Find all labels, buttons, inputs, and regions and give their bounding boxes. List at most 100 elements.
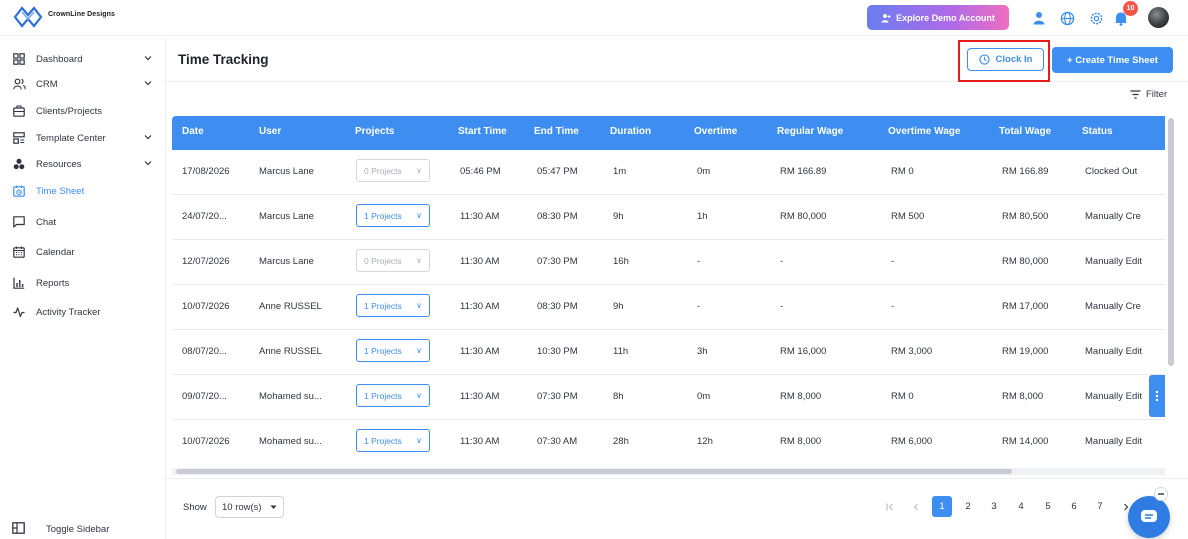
cell-duration: 28h bbox=[613, 436, 629, 447]
page-button[interactable]: 5 bbox=[1038, 496, 1058, 517]
projects-count: 0 Projects bbox=[364, 165, 402, 176]
cell-total-wage: RM 17,000 bbox=[1002, 301, 1049, 312]
table-row[interactable]: 17/08/2026 Marcus Lane 0 Projects ∨ 05:46 PM… bbox=[172, 150, 1165, 195]
filter-button[interactable]: Filter bbox=[1130, 89, 1167, 100]
chevron-right-icon bbox=[1124, 503, 1129, 510]
projects-dropdown[interactable]: 1 Projects ∨ bbox=[356, 384, 430, 407]
calendar-clock-icon bbox=[12, 184, 26, 198]
column-header[interactable]: Duration bbox=[610, 126, 651, 137]
page-button[interactable]: 4 bbox=[1011, 496, 1031, 517]
cell-end-time: 07:30 AM bbox=[537, 436, 578, 447]
avatar[interactable] bbox=[1148, 7, 1169, 28]
cell-start-time: 11:30 AM bbox=[460, 346, 500, 357]
cell-status: Manually Edit bbox=[1085, 391, 1143, 402]
cell-start-time: 05:46 PM bbox=[460, 166, 501, 177]
table-row[interactable]: 12/07/2026 Marcus Lane 0 Projects ∨ 11:30 AM… bbox=[172, 240, 1165, 285]
projects-dropdown[interactable]: 0 Projects ∨ bbox=[356, 249, 430, 272]
cell-date: 17/08/2026 bbox=[182, 166, 230, 177]
chat-widget-button[interactable] bbox=[1128, 496, 1170, 538]
first-page-button[interactable] bbox=[880, 496, 900, 517]
column-header[interactable]: Overtime Wage bbox=[888, 126, 960, 137]
globe-icon[interactable] bbox=[1058, 9, 1076, 27]
sidebar-item-clients-projects[interactable]: Clients/Projects bbox=[12, 101, 157, 121]
cell-overtime: 0m bbox=[697, 166, 711, 177]
cell-status: Manually Edit bbox=[1085, 436, 1143, 447]
cell-user: Anne RUSSEL bbox=[259, 301, 322, 312]
column-header[interactable]: Status bbox=[1082, 126, 1113, 137]
user-icon[interactable] bbox=[1030, 9, 1048, 27]
projects-count: 1 Projects bbox=[364, 345, 402, 356]
table-row[interactable]: 10/07/2026 Mohamed su... 1 Projects ∨ 11:30 … bbox=[172, 420, 1165, 463]
column-header[interactable]: Overtime bbox=[694, 126, 737, 137]
projects-dropdown[interactable]: 1 Projects ∨ bbox=[356, 339, 430, 362]
horizontal-scrollbar[interactable] bbox=[176, 469, 1012, 474]
cell-overtime: 12h bbox=[697, 436, 713, 447]
sidebar-item-chat[interactable]: Chat bbox=[12, 212, 157, 232]
page-button[interactable]: 3 bbox=[984, 496, 1004, 517]
vertical-scrollbar[interactable] bbox=[1168, 118, 1174, 366]
projects-dropdown[interactable]: 1 Projects ∨ bbox=[356, 204, 430, 227]
column-header[interactable]: User bbox=[259, 126, 281, 137]
table-header: Date User Projects Start Time End Time D… bbox=[172, 116, 1165, 150]
sidebar-item-crm[interactable]: CRM bbox=[12, 74, 157, 94]
cell-end-time: 05:47 PM bbox=[537, 166, 578, 177]
cell-total-wage: RM 80,500 bbox=[1002, 211, 1049, 222]
page-button[interactable]: 2 bbox=[958, 496, 978, 517]
row-actions-button[interactable] bbox=[1149, 375, 1165, 417]
table-row[interactable]: 08/07/20... Anne RUSSEL 1 Projects ∨ 11:30 A… bbox=[172, 330, 1165, 375]
column-header[interactable]: Total Wage bbox=[999, 126, 1051, 137]
cell-date: 10/07/2026 bbox=[182, 436, 230, 447]
toggle-sidebar-button[interactable]: Toggle Sidebar bbox=[12, 522, 109, 536]
chat-minimize-button[interactable] bbox=[1154, 487, 1168, 501]
sidebar-item-activity-tracker[interactable]: Activity Tracker bbox=[12, 302, 157, 322]
explore-demo-button[interactable]: Explore Demo Account bbox=[867, 5, 1009, 30]
sidebar-item-calendar[interactable]: Calendar bbox=[12, 242, 157, 262]
rows-per-page-select[interactable]: 10 row(s) bbox=[215, 496, 284, 518]
top-bar: CrownLine Designs Explore Demo Account 1… bbox=[0, 0, 1188, 36]
prev-page-button[interactable] bbox=[906, 496, 926, 517]
column-header[interactable]: Start Time bbox=[458, 126, 507, 137]
cell-overtime-wage: - bbox=[891, 301, 895, 312]
cell-total-wage: RM 8,000 bbox=[1002, 391, 1044, 402]
table-row[interactable]: 10/07/2026 Anne RUSSEL 1 Projects ∨ 11:30 AM… bbox=[172, 285, 1165, 330]
crown-logo-icon[interactable] bbox=[12, 3, 44, 31]
column-header[interactable]: Projects bbox=[355, 126, 394, 137]
sidebar-item-label: CRM bbox=[36, 78, 58, 90]
cell-duration: 9h bbox=[613, 301, 624, 312]
cell-regular-wage: RM 8,000 bbox=[780, 436, 822, 447]
cell-total-wage: RM 166.89 bbox=[1002, 166, 1049, 177]
first-page-icon bbox=[886, 503, 893, 510]
sidebar-item-time-sheet[interactable]: Time Sheet bbox=[12, 181, 157, 201]
calendar-icon bbox=[12, 245, 26, 259]
projects-dropdown[interactable]: 1 Projects ∨ bbox=[356, 294, 430, 317]
cell-date: 09/07/20... bbox=[182, 391, 227, 402]
page-button[interactable]: 1 bbox=[932, 496, 952, 517]
cell-end-time: 08:30 PM bbox=[537, 301, 578, 312]
chevron-down-icon bbox=[144, 135, 152, 140]
table-row[interactable]: 09/07/20... Mohamed su... 1 Projects ∨ 11:30… bbox=[172, 375, 1165, 420]
sidebar-item-dashboard[interactable]: Dashboard bbox=[12, 49, 157, 69]
template-icon bbox=[12, 131, 26, 145]
column-header[interactable]: Date bbox=[182, 126, 204, 137]
user-plus-icon bbox=[881, 13, 891, 22]
chevron-down-icon: ∨ bbox=[416, 166, 422, 175]
cell-duration: 11h bbox=[613, 346, 629, 357]
create-time-sheet-button[interactable]: + Create Time Sheet bbox=[1052, 47, 1173, 73]
cell-overtime-wage: RM 0 bbox=[891, 391, 914, 402]
gear-icon[interactable] bbox=[1087, 9, 1105, 27]
sidebar-item-label: Chat bbox=[36, 216, 57, 228]
sidebar-item-resources[interactable]: Resources bbox=[12, 154, 157, 174]
table-row[interactable]: 24/07/20... Marcus Lane 1 Projects ∨ 11:30 A… bbox=[172, 195, 1165, 240]
chevron-down-icon: ∨ bbox=[416, 346, 422, 355]
page-button[interactable]: 7 bbox=[1090, 496, 1110, 517]
projects-dropdown[interactable]: 1 Projects ∨ bbox=[356, 429, 430, 452]
sidebar-item-label: Clients/Projects bbox=[36, 105, 102, 117]
sidebar-item-reports[interactable]: Reports bbox=[12, 273, 157, 293]
projects-dropdown[interactable]: 0 Projects ∨ bbox=[356, 159, 430, 182]
dashboard-icon bbox=[12, 52, 26, 66]
column-header[interactable]: Regular Wage bbox=[777, 126, 843, 137]
sidebar-item-template-center[interactable]: Template Center bbox=[12, 128, 157, 148]
page-button[interactable]: 6 bbox=[1064, 496, 1084, 517]
column-header[interactable]: End Time bbox=[534, 126, 579, 137]
cell-user: Marcus Lane bbox=[259, 166, 314, 177]
